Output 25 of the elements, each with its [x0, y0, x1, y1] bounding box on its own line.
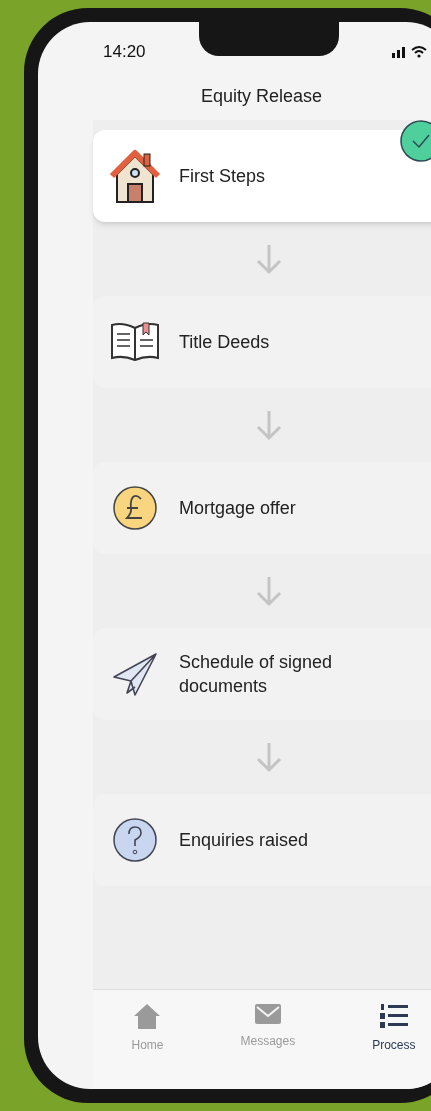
step-card[interactable]: First Steps: [93, 130, 431, 222]
check-badge-icon: [400, 120, 431, 162]
step-label: Title Deeds: [179, 331, 271, 354]
screen-title: Equity Release: [199, 84, 324, 108]
down-arrow-icon: [254, 741, 283, 773]
numbered-list-icon: [378, 1002, 409, 1030]
book-icon: [109, 320, 161, 364]
step-card[interactable]: Schedule of signed documents: [93, 628, 431, 720]
paper-plane-icon: [111, 651, 159, 697]
question-icon: [112, 817, 158, 863]
status-time: 14:20: [103, 41, 146, 64]
tab-bar-item[interactable]: Process: [372, 1002, 416, 1054]
step-label: Enquiries raised: [179, 829, 310, 852]
envelope-icon: [253, 1002, 282, 1026]
step-label: First Steps: [179, 165, 267, 188]
step-label: Schedule of signed documents: [179, 651, 334, 698]
down-arrow-icon: [254, 243, 283, 275]
house-icon: [109, 148, 161, 204]
step-card[interactable]: Enquiries raised: [93, 794, 431, 886]
step-label: Mortgage offer: [179, 497, 297, 520]
step-card[interactable]: Title Deeds: [93, 296, 431, 388]
pound-coin-icon: [112, 485, 158, 531]
down-arrow-icon: [254, 409, 283, 441]
down-arrow-icon: [254, 575, 283, 607]
step-card[interactable]: Mortgage offer: [93, 462, 431, 554]
